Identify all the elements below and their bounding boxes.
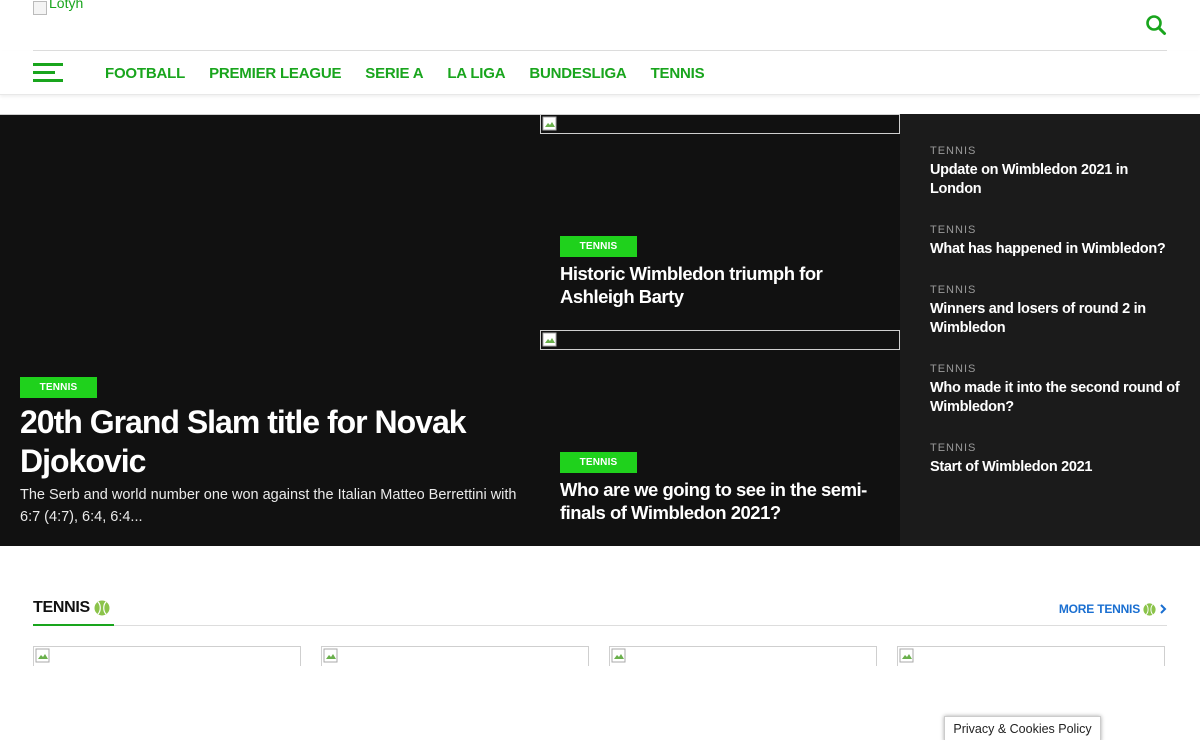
main-nav: FOOTBALL PREMIER LEAGUE SERIE A LA LIGA … [0, 51, 1200, 95]
section-title-label: TENNIS [33, 599, 90, 616]
logo-alt-text: Lotyh [49, 0, 84, 11]
sidebar-title[interactable]: Update on Wimbledon 2021 in London [930, 161, 1180, 199]
cookie-policy-button[interactable]: Privacy & Cookies Policy [944, 716, 1101, 740]
sidebar-article[interactable]: TENNIS Start of Wimbledon 2021 [930, 441, 1180, 477]
featured-article[interactable]: TENNIS Historic Wimbledon triumph for As… [540, 114, 900, 330]
nav-item-serie-a[interactable]: SERIE A [365, 65, 423, 82]
featured-section: TENNIS 20th Grand Slam title for Novak D… [0, 114, 1200, 546]
sidebar-article[interactable]: TENNIS Who made it into the second round… [930, 362, 1180, 417]
broken-image-icon [33, 1, 47, 15]
article-title[interactable]: 20th Grand Slam title for Novak Djokovic [20, 403, 500, 481]
sidebar-title[interactable]: Winners and losers of round 2 in Wimbled… [930, 300, 1180, 338]
tennis-ball-icon [94, 600, 110, 616]
article-image[interactable] [540, 330, 900, 350]
article-image[interactable] [540, 114, 900, 134]
nav-item-premier-league[interactable]: PREMIER LEAGUE [209, 65, 341, 82]
article-title[interactable]: Historic Wimbledon triumph for Ashleigh … [560, 262, 870, 308]
chevron-right-icon [1160, 604, 1167, 614]
sidebar-article[interactable]: TENNIS What has happened in Wimbledon? [930, 223, 1180, 259]
nav-menu: FOOTBALL PREMIER LEAGUE SERIE A LA LIGA … [105, 51, 705, 95]
sidebar-category: TENNIS [930, 442, 977, 454]
search-button[interactable] [1145, 14, 1167, 36]
sidebar-category: TENNIS [930, 284, 977, 296]
article-card-image[interactable] [321, 646, 589, 666]
nav-item-tennis[interactable]: TENNIS [651, 65, 705, 82]
article-excerpt: The Serb and world number one won agains… [20, 487, 517, 525]
nav-item-bundesliga[interactable]: BUNDESLIGA [529, 65, 626, 82]
article-card-image[interactable] [897, 646, 1165, 666]
nav-item-football[interactable]: FOOTBALL [105, 65, 185, 82]
sidebar-title[interactable]: Who made it into the second round of Wim… [930, 379, 1180, 417]
trending-sidebar: TENNIS Update on Wimbledon 2021 in Londo… [900, 114, 1200, 546]
sidebar-title[interactable]: What has happened in Wimbledon? [930, 240, 1180, 259]
broken-image-icon [542, 332, 557, 347]
broken-image-icon [323, 648, 338, 663]
nav-item-la-liga[interactable]: LA LIGA [447, 65, 505, 82]
section-header: TENNIS MORE TENNIS [33, 596, 1167, 626]
section-title: TENNIS [33, 596, 114, 626]
article-title[interactable]: Who are we going to see in the semi-fina… [560, 478, 870, 524]
sidebar-category: TENNIS [930, 224, 977, 236]
category-tag[interactable]: TENNIS [560, 236, 637, 257]
broken-image-icon [899, 648, 914, 663]
featured-article[interactable]: TENNIS Who are we going to see in the se… [540, 330, 900, 546]
sidebar-article[interactable]: TENNIS Update on Wimbledon 2021 in Londo… [930, 144, 1180, 199]
site-logo[interactable]: Lotyh [33, 0, 83, 16]
sidebar-article[interactable]: TENNIS Winners and losers of round 2 in … [930, 283, 1180, 338]
sidebar-title[interactable]: Start of Wimbledon 2021 [930, 458, 1180, 477]
tennis-ball-icon [1143, 602, 1156, 616]
more-tennis-link[interactable]: MORE TENNIS [1059, 602, 1167, 616]
article-card-image[interactable] [33, 646, 301, 666]
search-icon [1146, 15, 1166, 35]
hamburger-icon[interactable] [33, 61, 65, 85]
sidebar-category: TENNIS [930, 145, 977, 157]
category-tag[interactable]: TENNIS [20, 377, 97, 398]
broken-image-icon [542, 116, 557, 131]
article-card-image[interactable] [609, 646, 877, 666]
more-tennis-label[interactable]: MORE TENNIS [1059, 602, 1140, 616]
broken-image-icon [35, 648, 50, 663]
category-tag[interactable]: TENNIS [560, 452, 637, 473]
tennis-article-grid [33, 646, 1167, 666]
broken-image-icon [611, 648, 626, 663]
featured-main-article[interactable]: TENNIS 20th Grand Slam title for Novak D… [0, 114, 540, 546]
sidebar-category: TENNIS [930, 363, 977, 375]
